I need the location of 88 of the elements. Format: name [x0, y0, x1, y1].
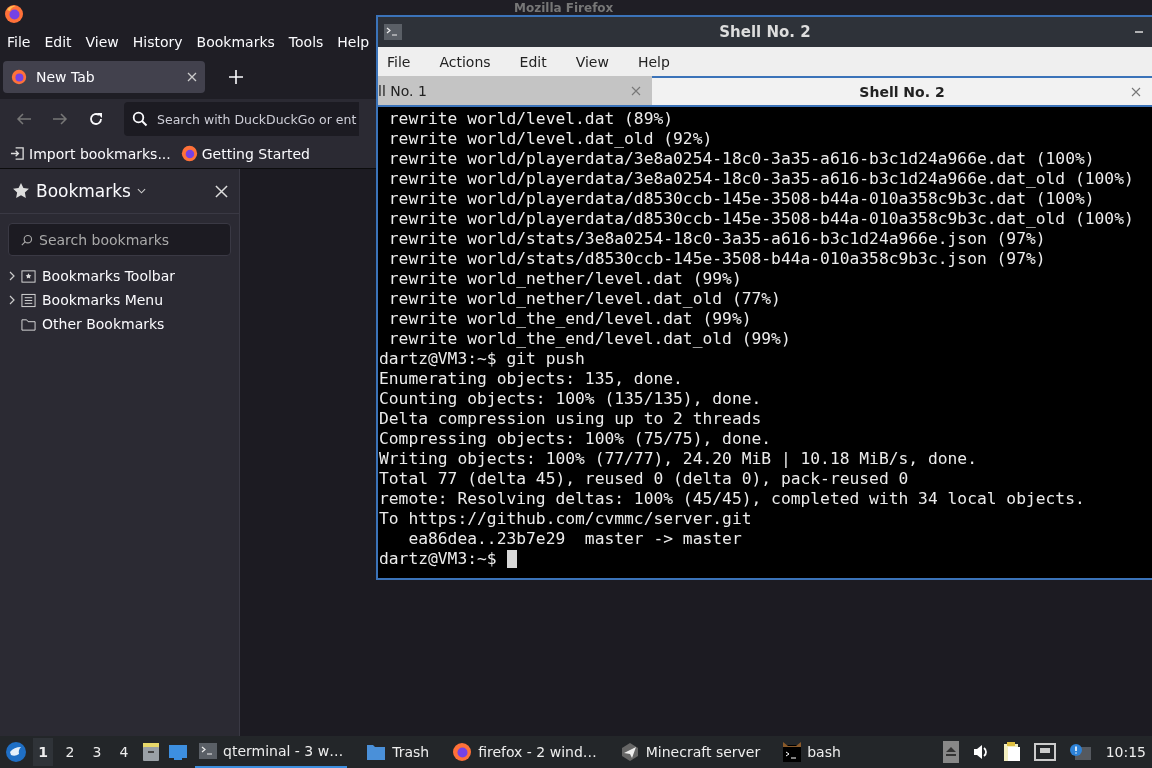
terminal-line: rewrite world/stats/d8530ccb-145e-3508-b44a-010a358c9b3c.json (97%) [387, 249, 1046, 269]
terminal-line: rewrite world/level.dat (89%) [387, 109, 674, 129]
terminal-line: Delta compression using up to 2 threads [379, 409, 762, 429]
search-field[interactable]: Search bookmarks [8, 223, 231, 256]
bookmark-item[interactable]: Import bookmarks... [10, 145, 171, 162]
paper-plane-icon [619, 742, 640, 762]
clipboard-icon[interactable] [1002, 742, 1021, 762]
terminal-line: Compressing objects: 100% (75/75), done. [379, 429, 772, 449]
menu-item[interactable]: Edit [519, 53, 547, 70]
star-icon [12, 182, 30, 200]
desktop-switcher[interactable]: 3 [87, 738, 107, 766]
terminal-line: Writing objects: 100% (77/77), 24.20 MiB | 10.18 MiB/s, done. [379, 449, 977, 469]
terminal-line: ea86dea..23b7e29 master -> master [407, 529, 742, 549]
menu-item[interactable]: Actions [439, 53, 491, 70]
terminal-line: rewrite world_the_end/level.dat_old (99%) [387, 329, 791, 349]
import-icon [10, 146, 25, 161]
menu-item[interactable]: History [132, 33, 183, 50]
folder-icon [366, 743, 387, 761]
firefox-icon [11, 69, 27, 85]
terminal-line: rewrite world/stats/3e8a0254-18c0-3a35-a616-b3c1d24a966e.json (97%) [387, 229, 1046, 249]
terminal-icon [199, 743, 217, 759]
desktop-switcher[interactable]: 4 [114, 738, 134, 766]
menu-item[interactable]: Edit [44, 33, 72, 50]
menu-item[interactable]: File [387, 53, 411, 70]
terminal-line: rewrite world_the_end/level.dat (99%) [387, 309, 752, 329]
terminal-icon [384, 24, 402, 40]
close-icon[interactable] [187, 72, 197, 82]
sidebar-title[interactable]: Bookmarks [36, 181, 131, 201]
file-cabinet-icon[interactable] [141, 742, 161, 762]
window-title: Shell No. 2 [719, 23, 811, 41]
toolbar-icon [21, 268, 36, 284]
search-icon [132, 111, 148, 127]
terminal-line: rewrite world_nether/level.dat (99%) [387, 269, 742, 289]
forward-icon[interactable] [52, 111, 68, 127]
menu-item[interactable]: Help [337, 33, 370, 50]
firefox-icon [4, 4, 24, 24]
chevron-icon[interactable] [137, 188, 146, 194]
terminal-line: To https://github.com/cvmmc/server.git [379, 509, 752, 529]
terminal-line: rewrite world/playerdata/3e8a0254-18c0-3a35-a616-b3c1d24a966e.dat (100%) [387, 149, 1095, 169]
desktop-switcher[interactable]: 1 [33, 738, 53, 766]
terminal-icon [783, 742, 802, 762]
terminal-line: rewrite world/playerdata/3e8a0254-18c0-3a35-a616-b3c1d24a966e.dat_old (100%) [387, 169, 1134, 189]
firefox-icon [180, 145, 198, 162]
bookmark-folder[interactable]: Bookmarks Toolbar [42, 268, 176, 284]
network-icon[interactable] [1033, 743, 1056, 761]
menu-item[interactable]: Tools [288, 33, 324, 50]
menu-item[interactable]: View [575, 53, 609, 70]
menu-item[interactable]: File [7, 33, 31, 50]
bookmark-folder[interactable]: Bookmarks Menu [42, 292, 164, 308]
taskbar-button[interactable]: Trash [362, 736, 434, 768]
terminal-line: Enumerating objects: 135, done. [379, 369, 683, 389]
browser-tab[interactable]: New Tab [3, 61, 205, 93]
taskbar-button[interactable]: qterminal - 3 w… [195, 736, 348, 768]
window-title: Mozilla Firefox [514, 1, 614, 15]
bookmark-folder[interactable]: Other Bookmarks [42, 316, 165, 332]
taskbar-button[interactable]: Minecraft server [615, 736, 765, 768]
menu-item[interactable]: Help [637, 53, 670, 70]
terminal-line: rewrite world/level.dat_old (92%) [387, 129, 713, 149]
bookmark-item[interactable]: Getting Started [180, 145, 310, 162]
back-icon[interactable] [16, 111, 32, 127]
menu-item[interactable]: Bookmarks [196, 33, 275, 50]
folder-icon [21, 316, 36, 332]
start-menu-icon[interactable] [6, 742, 26, 762]
desktop-icon[interactable] [168, 742, 188, 762]
search-field[interactable]: Search with DuckDuckGo or ent [124, 102, 360, 136]
speaker-icon[interactable] [971, 743, 990, 761]
notification-icon[interactable] [1068, 743, 1091, 761]
terminal-line: Total 77 (delta 45), reused 0 (delta 0), pack-reused 0 [379, 469, 909, 489]
terminal-line: Counting objects: 100% (135/135), done. [379, 389, 762, 409]
firefox-icon [452, 742, 473, 762]
desktop-switcher[interactable]: 2 [60, 738, 80, 766]
menu-item[interactable]: View [85, 33, 119, 50]
taskbar-button[interactable]: bash [779, 736, 845, 768]
terminal-line: rewrite world_nether/level.dat_old (77%) [387, 289, 781, 309]
terminal-line: rewrite world/playerdata/d8530ccb-145e-3508-b44a-010a358c9b3c.dat_old (100%) [387, 209, 1134, 229]
terminal-line: rewrite world/playerdata/d8530ccb-145e-3508-b44a-010a358c9b3c.dat (100%) [387, 189, 1095, 209]
terminal-line: remote: Resolving deltas: 100% (45/45), completed with 34 local objects. [379, 489, 1085, 509]
terminal-prompt: dartz@VM3:~$ [379, 549, 497, 569]
reload-icon[interactable] [88, 111, 104, 127]
terminal-line: dartz@VM3:~$ git push [379, 349, 585, 369]
new-tab-icon[interactable] [229, 70, 243, 84]
menu-list-icon [21, 292, 36, 308]
text-cursor [506, 550, 517, 568]
terminal-tab[interactable]: ll No. 1 [378, 76, 652, 105]
clock[interactable]: 10:15 [1105, 744, 1146, 760]
search-icon [21, 233, 33, 246]
eject-icon[interactable] [942, 741, 959, 763]
taskbar-button[interactable]: firefox - 2 wind… [448, 736, 601, 768]
